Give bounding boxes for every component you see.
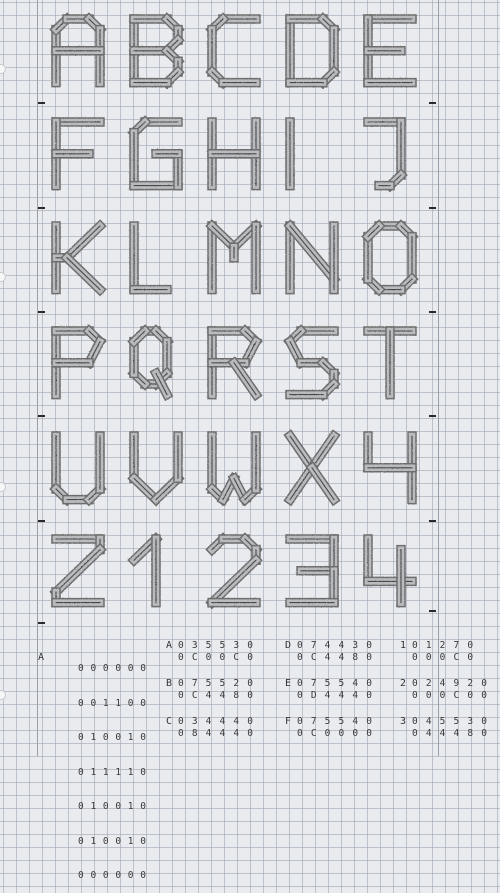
code-id: 1 [400,640,408,651]
glyph-stroke [289,225,335,280]
code-line-2: 0 C 4 4 8 0 [297,652,374,663]
glyph-stroke [66,257,101,291]
code-block: B 0 7 5 5 2 0 0 C 4 4 8 0 [166,678,254,702]
bitmap-row: 0 0 0 0 0 0 [78,663,147,674]
code-block: D 0 7 4 4 3 0 0 C 4 4 8 0 [285,640,373,664]
code-line-1: 0 4 5 5 3 0 [412,716,489,727]
glyph-stroke [311,467,335,501]
glyph-stroke [289,435,313,469]
code-line-2: 0 4 4 4 8 0 [412,728,489,739]
code-line-2: 0 C 4 4 8 0 [178,690,255,701]
glyph-4 [363,534,417,608]
code-id: B [166,678,174,689]
bitmap-grid: 0 0 0 0 0 0 0 0 1 1 0 0 0 1 0 0 1 0 0 1 … [78,640,146,893]
code-block: C 0 3 4 4 4 0 0 8 4 4 4 0 [166,716,254,740]
code-id: D [285,640,293,651]
code-line-2: 0 C 0 0 C 0 [178,652,255,663]
glyph-2 [205,532,263,610]
code-line-1: 0 3 5 5 3 0 [178,640,255,651]
glyph-e [363,14,417,88]
bitmap-row: 0 1 1 1 1 0 [78,766,147,778]
bitmap-row: 0 1 0 0 1 0 [78,732,147,743]
glyph-stroke [55,548,101,593]
code-line-1: 0 2 4 9 2 0 [412,678,489,689]
code-block: E 0 7 5 5 4 0 0 D 4 4 4 0 [285,678,373,702]
code-line-1: 0 3 4 4 4 0 [178,716,255,727]
glyph-f [51,117,105,191]
code-block: A 0 3 5 5 3 0 0 C 0 0 C 0 [166,640,254,664]
code-line-2: 0 0 0 C 0 0 [412,690,489,701]
letter-drawings [49,12,419,610]
glyph-c [205,12,261,90]
glyph-n [283,219,341,295]
glyph-y [363,431,417,505]
code-block: F 0 7 5 5 4 0 0 C 0 0 0 0 [285,716,373,740]
code-line-1: 0 7 5 5 2 0 [178,678,255,689]
glyph-t [363,326,417,400]
glyph-w [205,431,263,507]
code-line-2: 0 D 4 4 4 0 [297,690,374,701]
glyph-x [283,429,341,507]
glyph-d [285,12,341,90]
code-line-2: 0 8 4 4 4 0 [178,728,255,739]
code-block: 2 0 2 4 9 2 0 0 0 0 C 0 0 [400,678,488,702]
code-id: A [166,640,174,651]
glyph-z [49,534,107,608]
code-line-2: 0 C 0 0 0 0 [297,728,374,739]
bitmap-row: 0 0 1 1 0 0 [78,697,147,709]
glyph-1 [127,532,163,608]
glyph-stroke [311,435,335,469]
glyph-g [127,115,183,191]
glyph-m [205,219,263,295]
glyph-j [363,117,408,193]
glyph-q [127,324,174,402]
glyph-k [51,219,107,297]
glyph-u [49,431,107,507]
glyph-stroke [66,225,101,259]
bitmap-row: 0 0 0 0 0 0 [78,870,147,881]
code-id: C [166,716,174,727]
code-line-1: 0 7 5 5 4 0 [297,716,374,727]
glyph-p [51,324,107,400]
code-id: 2 [400,678,408,689]
code-line-1: 0 1 2 7 0 [412,640,475,651]
glyph-b [129,12,185,90]
binder-hole [0,690,6,700]
code-block: 1 0 1 2 7 0 0 0 0 C 0 [400,640,474,664]
glyph-3 [285,534,339,608]
bitmap-row: 0 1 0 0 1 0 [78,835,147,847]
code-line-2: 0 0 0 C 0 [412,652,475,663]
glyph-o [361,219,419,297]
glyph-a [49,12,107,88]
code-id: E [285,678,293,689]
code-block: 3 0 4 5 5 3 0 0 4 4 4 8 0 [400,716,488,740]
code-id: F [285,716,293,727]
code-id: 3 [400,716,408,727]
code-line-1: 0 7 5 5 4 0 [297,678,374,689]
bitmap-row: 0 1 0 0 1 0 [78,801,147,812]
glyph-v [127,431,185,507]
glyph-stroke [211,559,257,604]
glyph-s [283,324,341,402]
bitmap-label: A [38,652,45,663]
glyph-h [207,117,261,191]
glyph-stroke [289,467,313,501]
glyph-l [129,221,172,295]
glyph-r [207,324,263,402]
code-line-1: 0 7 4 4 3 0 [297,640,374,651]
